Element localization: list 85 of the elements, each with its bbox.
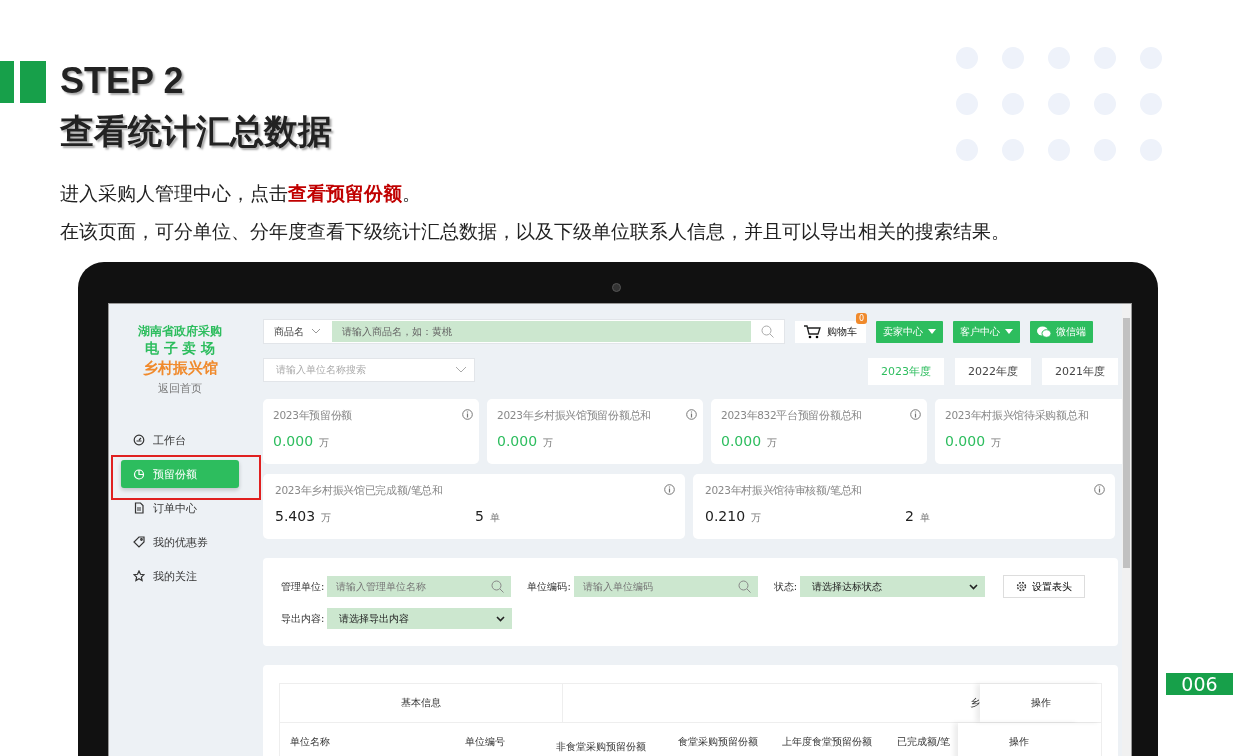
column-header: 操作 xyxy=(958,723,1079,756)
stat-title: 2023年乡村振兴馆预留份额总和 xyxy=(497,409,651,423)
nav-item[interactable]: 订单中心 xyxy=(121,494,239,522)
stat-value: 0.000 xyxy=(497,433,538,449)
stat-value: 0.000 xyxy=(273,433,314,449)
search-icon xyxy=(737,580,751,593)
filter-field[interactable]: 请输入单位编码 xyxy=(573,576,758,597)
pie-chart-icon xyxy=(133,468,145,480)
year-tab[interactable]: 2021年度 xyxy=(1042,358,1118,385)
search-icon xyxy=(491,580,505,593)
column-header: 单位名称 xyxy=(289,735,331,749)
year-tab[interactable]: 2022年度 xyxy=(955,358,1031,385)
camera-icon xyxy=(612,283,621,292)
stat-unit: 万 xyxy=(767,436,778,450)
stat-unit: 万 xyxy=(319,436,330,450)
category-select[interactable]: 商品名 xyxy=(264,324,332,339)
accent-bars xyxy=(0,61,46,103)
filter-select[interactable]: 请选择达标状态 xyxy=(800,576,986,597)
column-header: 已完成额/笔 xyxy=(896,735,952,749)
search-icon[interactable] xyxy=(761,325,774,338)
table-settings-button[interactable]: 设置表头 xyxy=(1003,575,1086,598)
info-icon[interactable] xyxy=(462,409,473,420)
nav-item[interactable]: 工作台 xyxy=(121,426,239,454)
cart-badge: 0 xyxy=(855,312,867,324)
document-icon xyxy=(133,502,145,514)
filter-label: 管理单位: xyxy=(281,579,325,594)
info-icon[interactable] xyxy=(910,409,921,420)
stat-value: 5.403 xyxy=(275,508,316,524)
column-header: 非食堂采购预留份额 xyxy=(555,740,647,754)
table-group-header: 乡 xyxy=(970,696,981,710)
chat-bubbles-icon xyxy=(1037,325,1051,338)
instruction-text: 在该页面，可分单位、分年度查看下级统计汇总数据，以及下级单位联系人信息，并且可以导出相关的搜索结果。 xyxy=(60,220,1011,242)
column-header: 单位编号 xyxy=(464,735,506,749)
stat-value: 0.000 xyxy=(945,433,986,449)
settings-icon xyxy=(1016,581,1028,592)
caret-icon xyxy=(928,329,936,334)
caret-icon xyxy=(1005,329,1013,334)
nav-item[interactable]: 我的优惠券 xyxy=(121,528,239,556)
stat-title: 2023年村振兴馆待采购额总和 xyxy=(945,409,1089,423)
logo-text: 乡村振兴馆 xyxy=(142,358,218,379)
tag-icon xyxy=(133,536,145,548)
instruction-text: 进入采购人管理中心，点击查看预留份额。 xyxy=(60,182,422,204)
column-header: 食堂采购预留份额 xyxy=(677,735,759,749)
step-title: STEP 2 xyxy=(60,59,185,103)
stat-value: 2 xyxy=(905,508,914,524)
stat-unit: 万 xyxy=(751,511,762,525)
stat-value: 0.000 xyxy=(721,433,762,449)
cart-icon xyxy=(804,324,822,339)
stat-title: 2023年预留份额 xyxy=(273,409,353,423)
stat-unit: 单 xyxy=(489,511,500,525)
stat-value: 5 xyxy=(475,508,484,524)
stat-title: 2023年832平台预留份额总和 xyxy=(721,409,862,423)
star-icon xyxy=(133,570,145,582)
filter-label: 状态: xyxy=(773,579,798,594)
column-header: 上年度食堂预留份额 xyxy=(781,735,873,749)
stat-title: 2023年乡村振兴馆已完成额/笔总和 xyxy=(275,484,443,498)
table-group-header: 基本信息 xyxy=(280,684,564,722)
filter-label: 导出内容: xyxy=(281,611,325,626)
stat-unit: 万 xyxy=(991,436,1002,450)
stat-unit: 万 xyxy=(543,436,554,450)
scrollbar[interactable] xyxy=(1122,304,1131,756)
nav-item[interactable]: 我的关注 xyxy=(121,562,239,590)
info-icon[interactable] xyxy=(1094,484,1105,495)
filter-select[interactable]: 请选择导出内容 xyxy=(327,608,513,629)
logo-text: 电 子 卖 场 xyxy=(144,339,216,357)
slide-title: 查看统计汇总数据 xyxy=(60,110,332,153)
cart-button[interactable]: 购物车 xyxy=(795,320,866,343)
logo-text: 湖南省政府采购 xyxy=(138,324,222,339)
chevron-icon xyxy=(456,367,466,373)
gauge-icon xyxy=(133,434,145,446)
product-search-field[interactable]: 商品名 请输入商品名，如：黄桃 xyxy=(263,319,785,344)
stat-title: 2023年村振兴馆待审核额/笔总和 xyxy=(705,484,863,498)
page-number: 006 xyxy=(1166,673,1233,695)
filter-field[interactable]: 请输入管理单位名称 xyxy=(327,576,512,597)
info-icon[interactable] xyxy=(664,484,675,495)
chevron-icon xyxy=(496,615,506,622)
chevron-icon xyxy=(312,329,320,334)
back-home-link[interactable]: 返回首页 xyxy=(158,381,202,396)
stat-unit: 单 xyxy=(919,511,930,525)
stat-value: 0.210 xyxy=(705,508,746,524)
stat-unit: 万 xyxy=(321,511,332,525)
info-icon[interactable] xyxy=(686,409,697,420)
filter-label: 单位编码: xyxy=(527,579,571,594)
table-group-header: 操作 xyxy=(980,684,1101,722)
chevron-icon xyxy=(969,583,979,590)
